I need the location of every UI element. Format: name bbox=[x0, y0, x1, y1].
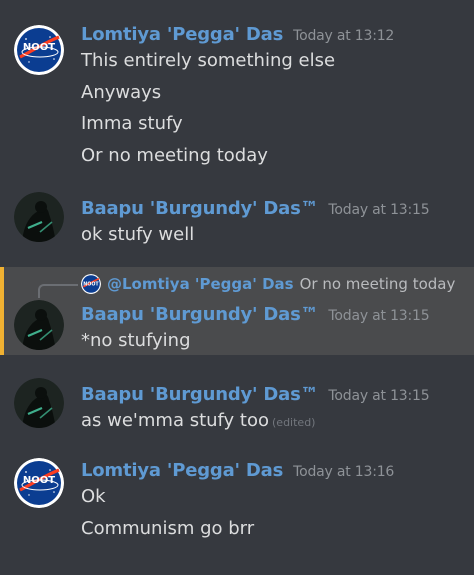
reply-author[interactable]: @Lomtiya 'Pegga' Das bbox=[107, 275, 294, 293]
reply-snippet[interactable]: Or no meeting today bbox=[300, 275, 456, 293]
user-avatar-lomtiya[interactable]: NOOT bbox=[14, 458, 64, 508]
reply-reference[interactable]: NOOT @Lomtiya 'Pegga' Das Or no meeting t… bbox=[81, 274, 455, 294]
user-avatar-baapu[interactable] bbox=[14, 192, 64, 242]
message-text: Ok bbox=[81, 486, 106, 507]
message-timestamp: Today at 13:12 bbox=[293, 28, 395, 44]
message-author[interactable]: Baapu 'Burgundy' Das™ Today at 13:15 bbox=[81, 384, 430, 405]
message-timestamp: Today at 13:15 bbox=[328, 388, 430, 404]
svg-text:NOOT: NOOT bbox=[83, 282, 99, 288]
message-timestamp: Today at 13:15 bbox=[328, 202, 430, 218]
svg-text:NOOT: NOOT bbox=[23, 475, 55, 486]
message-text: Or no meeting today bbox=[81, 145, 268, 166]
message-text: This entirely something else bbox=[81, 50, 336, 71]
message-text: Communism go brr bbox=[81, 518, 255, 539]
author-name[interactable]: Lomtiya 'Pegga' Das bbox=[81, 460, 283, 481]
reply-connector bbox=[38, 284, 78, 298]
svg-text:NOOT: NOOT bbox=[23, 42, 55, 53]
message-author[interactable]: Baapu 'Burgundy' Das™ Today at 13:15 bbox=[81, 304, 430, 325]
message-author[interactable]: Lomtiya 'Pegga' Das Today at 13:12 bbox=[81, 24, 394, 45]
reply-avatar: NOOT bbox=[81, 274, 101, 294]
edited-label: (edited) bbox=[272, 416, 316, 429]
message-author[interactable]: Baapu 'Burgundy' Das™ Today at 13:15 bbox=[81, 198, 430, 219]
message-feed: NOOT Lomtiya 'Pegga' Das Today at 13:12 T… bbox=[0, 0, 474, 575]
shadow-figure-avatar-icon bbox=[14, 300, 64, 350]
message-text: ok stufy well bbox=[81, 224, 195, 245]
shadow-figure-avatar-icon bbox=[14, 192, 64, 242]
message-text: Anyways bbox=[81, 82, 162, 103]
message-timestamp: Today at 13:15 bbox=[328, 308, 430, 324]
user-avatar-lomtiya[interactable]: NOOT bbox=[14, 25, 64, 75]
message-text: *no stufying bbox=[81, 330, 191, 351]
message-text-content: as we'mma stufy too bbox=[81, 410, 270, 431]
message-author[interactable]: Lomtiya 'Pegga' Das Today at 13:16 bbox=[81, 460, 394, 481]
noot-nasa-logo-icon: NOOT bbox=[81, 274, 101, 294]
message-text: as we'mma stufy too (edited) bbox=[81, 410, 315, 431]
author-name[interactable]: Baapu 'Burgundy' Das™ bbox=[81, 304, 319, 325]
message-timestamp: Today at 13:16 bbox=[293, 464, 395, 480]
noot-nasa-logo-icon: NOOT bbox=[14, 458, 64, 508]
noot-nasa-logo-icon: NOOT bbox=[14, 25, 64, 75]
author-name[interactable]: Lomtiya 'Pegga' Das bbox=[81, 24, 283, 45]
user-avatar-baapu[interactable] bbox=[14, 378, 64, 428]
user-avatar-baapu[interactable] bbox=[14, 300, 64, 350]
author-name[interactable]: Baapu 'Burgundy' Das™ bbox=[81, 384, 319, 405]
message-text: Imma stufy bbox=[81, 113, 183, 134]
shadow-figure-avatar-icon bbox=[14, 378, 64, 428]
author-name[interactable]: Baapu 'Burgundy' Das™ bbox=[81, 198, 319, 219]
